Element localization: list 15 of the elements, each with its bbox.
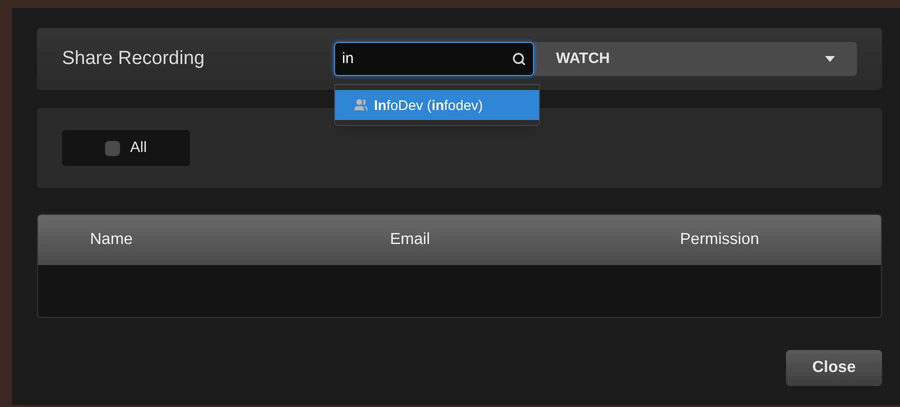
search-icon	[512, 52, 526, 66]
dialog-title: Share Recording	[62, 46, 206, 71]
column-header: Name	[90, 230, 133, 250]
search-input[interactable]: in	[342, 48, 512, 70]
column-header: Permission	[680, 230, 760, 250]
checkbox[interactable]	[105, 140, 120, 156]
suggestion-label: InfoDev (infodev)	[374, 96, 483, 115]
suggestion-item[interactable]: InfoDev (infodev)	[335, 90, 539, 120]
column-header: Email	[390, 230, 430, 250]
permission-dropdown[interactable]: WATCH	[534, 42, 857, 76]
search-field[interactable]: in	[334, 42, 534, 76]
users-icon	[353, 98, 369, 112]
all-toggle[interactable]: All	[62, 130, 190, 166]
close-button[interactable]: Close	[786, 350, 882, 386]
caret-icon	[825, 56, 835, 62]
